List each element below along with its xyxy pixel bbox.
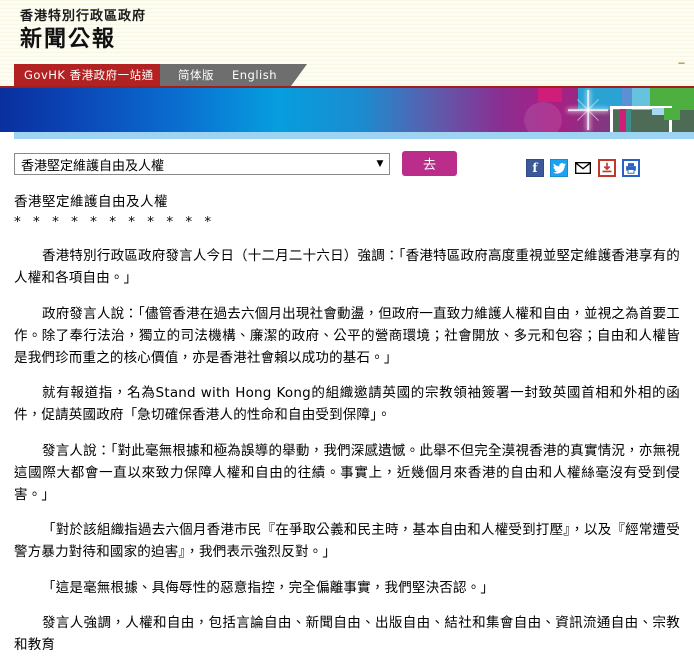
article-star-divider: * * * * * * * * * * * bbox=[14, 213, 680, 232]
social-share-bar: f bbox=[526, 159, 640, 177]
tab-language-group: 简体版 English bbox=[160, 64, 307, 86]
artwork-lightblue-square bbox=[652, 108, 664, 115]
article-paragraph: 就有報道指，名為Stand with Hong Kong的組織邀請英國的宗教領袖… bbox=[14, 382, 680, 426]
article-paragraph: 「這是毫無根據、具侮辱性的惡意指控，完全偏離事實，我們堅決否認。」 bbox=[14, 577, 680, 599]
banner-artwork bbox=[524, 88, 694, 132]
email-icon[interactable] bbox=[574, 159, 592, 177]
print-icon[interactable] bbox=[622, 159, 640, 177]
article-select[interactable]: 香港堅定維護自由及人權 ▼ bbox=[14, 153, 390, 175]
article-paragraph: 發言人說：「對此毫無根據和極為誤導的舉動，我們深感遺憾。此舉不但完全漠視香港的真… bbox=[14, 440, 680, 506]
masthead-text-block: 香港特別行政區政府 新聞公報 bbox=[0, 0, 694, 54]
article-paragraph: 發言人強調，人權和自由，包括言論自由、新聞自由、出版自由、結社和集會自由、資訊流… bbox=[14, 612, 680, 656]
organisation-name: 香港特別行政區政府 bbox=[20, 8, 694, 25]
facebook-icon[interactable]: f bbox=[526, 159, 544, 177]
chevron-down-icon: ▼ bbox=[371, 160, 389, 169]
artwork-magenta-square-icon bbox=[538, 88, 562, 102]
article-body: 香港堅定維護自由及人權 * * * * * * * * * * * 香港特別行政… bbox=[0, 193, 694, 670]
artwork-circle-icon bbox=[524, 102, 562, 132]
banner-underline-row bbox=[0, 132, 694, 139]
tab-govhk[interactable]: GovHK 香港政府一站通 bbox=[14, 64, 180, 86]
artwork-small-green-square bbox=[664, 108, 680, 120]
twitter-icon[interactable] bbox=[550, 159, 568, 177]
go-button[interactable]: 去 bbox=[402, 151, 457, 176]
download-icon[interactable] bbox=[598, 159, 616, 177]
masthead: 香港特別行政區政府 新聞公報 bbox=[0, 0, 694, 64]
article-select-value: 香港堅定維護自由及人權 bbox=[15, 155, 371, 174]
decorative-banner bbox=[0, 86, 694, 132]
page-title: 新聞公報 bbox=[20, 26, 694, 54]
article-paragraph: 政府發言人說：「儘管香港在過去六個月出現社會動盪，但政府一直致力維護人權和自由，… bbox=[14, 303, 680, 369]
tab-simplified-chinese[interactable]: 简体版 bbox=[178, 67, 214, 83]
artwork-teal-bar bbox=[626, 109, 631, 132]
tab-english[interactable]: English bbox=[232, 68, 277, 82]
banner-underline bbox=[14, 132, 694, 139]
article-paragraph: 「對於該組織指過去六個月香港市民『在爭取公義和民主時，基本自由和人權受到打壓』，… bbox=[14, 519, 680, 563]
tab-govhk-label: GovHK 香港政府一站通 bbox=[24, 67, 154, 83]
article-headline: 香港堅定維護自由及人權 bbox=[14, 193, 680, 212]
article-paragraph: 香港特別行政區政府發言人今日（十二月二十六日）強調：「香港特區政府高度重視並堅定… bbox=[14, 245, 680, 289]
tab-strip: GovHK 香港政府一站通 简体版 English bbox=[0, 64, 694, 86]
